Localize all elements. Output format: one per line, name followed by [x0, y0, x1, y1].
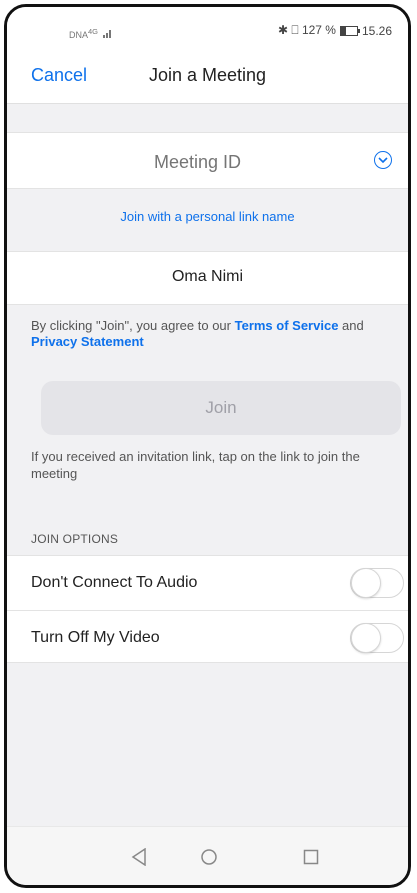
- join-button[interactable]: Join: [41, 381, 401, 435]
- meeting-id-input[interactable]: [47, 149, 348, 175]
- option-label: Turn Off My Video: [31, 629, 160, 646]
- clock: 15.26: [361, 23, 392, 38]
- recent-square-icon: [303, 849, 319, 865]
- terms-and: and: [338, 318, 364, 333]
- name-row: Oma Nimi: [7, 251, 408, 305]
- status-indicators: ✱ ⎕ 127 %: [278, 23, 336, 37]
- system-navigation-bar: [7, 826, 408, 885]
- page-title: Join a Meeting: [148, 65, 267, 85]
- invitation-note: If you received an invitation link, tap …: [31, 449, 360, 481]
- toggle-knob: [351, 623, 381, 653]
- battery-icon: [339, 25, 360, 36]
- dont-connect-audio-toggle[interactable]: [350, 568, 404, 598]
- join-options-list: Don't Connect To Audio Turn Off My Video: [7, 555, 408, 663]
- join-options-header: JOIN OPTIONS: [31, 532, 119, 546]
- option-turn-off-video: Turn Off My Video: [7, 610, 408, 665]
- home-button[interactable]: [199, 847, 219, 867]
- terms-prefix: By clicking "Join", you agree to our: [31, 318, 235, 333]
- option-dont-connect-audio: Don't Connect To Audio: [7, 556, 408, 610]
- back-button[interactable]: [129, 847, 149, 867]
- terms-notice: By clicking "Join", you agree to our Ter…: [31, 318, 390, 350]
- meeting-id-row: [7, 132, 408, 189]
- status-icons: ✱ ⎕ 127 % 15.26: [278, 23, 392, 38]
- carrier-name: DNA: [69, 30, 89, 40]
- back-triangle-icon: [131, 848, 146, 866]
- chevron-down-icon: [378, 157, 388, 163]
- display-name-input[interactable]: Oma Nimi: [7, 268, 408, 286]
- privacy-statement-link[interactable]: Privacy Statement: [31, 334, 144, 349]
- signal-icon: [102, 29, 113, 40]
- toggle-knob: [351, 568, 381, 598]
- home-circle-icon: [201, 849, 217, 865]
- carrier-indicator: DNA4G: [69, 27, 113, 40]
- turn-off-video-toggle[interactable]: [350, 623, 404, 653]
- terms-of-service-link[interactable]: Terms of Service: [235, 318, 339, 333]
- navigation-bar: Cancel Join a Meeting: [7, 49, 408, 104]
- meeting-history-dropdown-button[interactable]: [374, 151, 392, 169]
- recent-apps-button[interactable]: [301, 847, 321, 867]
- network-type: 4G: [88, 27, 99, 36]
- status-bar: DNA4G ✱ ⎕ 127 % 15.26: [7, 7, 408, 49]
- join-with-personal-link-button[interactable]: Join with a personal link name: [7, 209, 408, 224]
- phone-frame: DNA4G ✱ ⎕ 127 % 15.26 Cancel Join a Meet…: [4, 4, 411, 888]
- option-label: Don't Connect To Audio: [31, 574, 198, 591]
- section-spacer: [7, 104, 408, 132]
